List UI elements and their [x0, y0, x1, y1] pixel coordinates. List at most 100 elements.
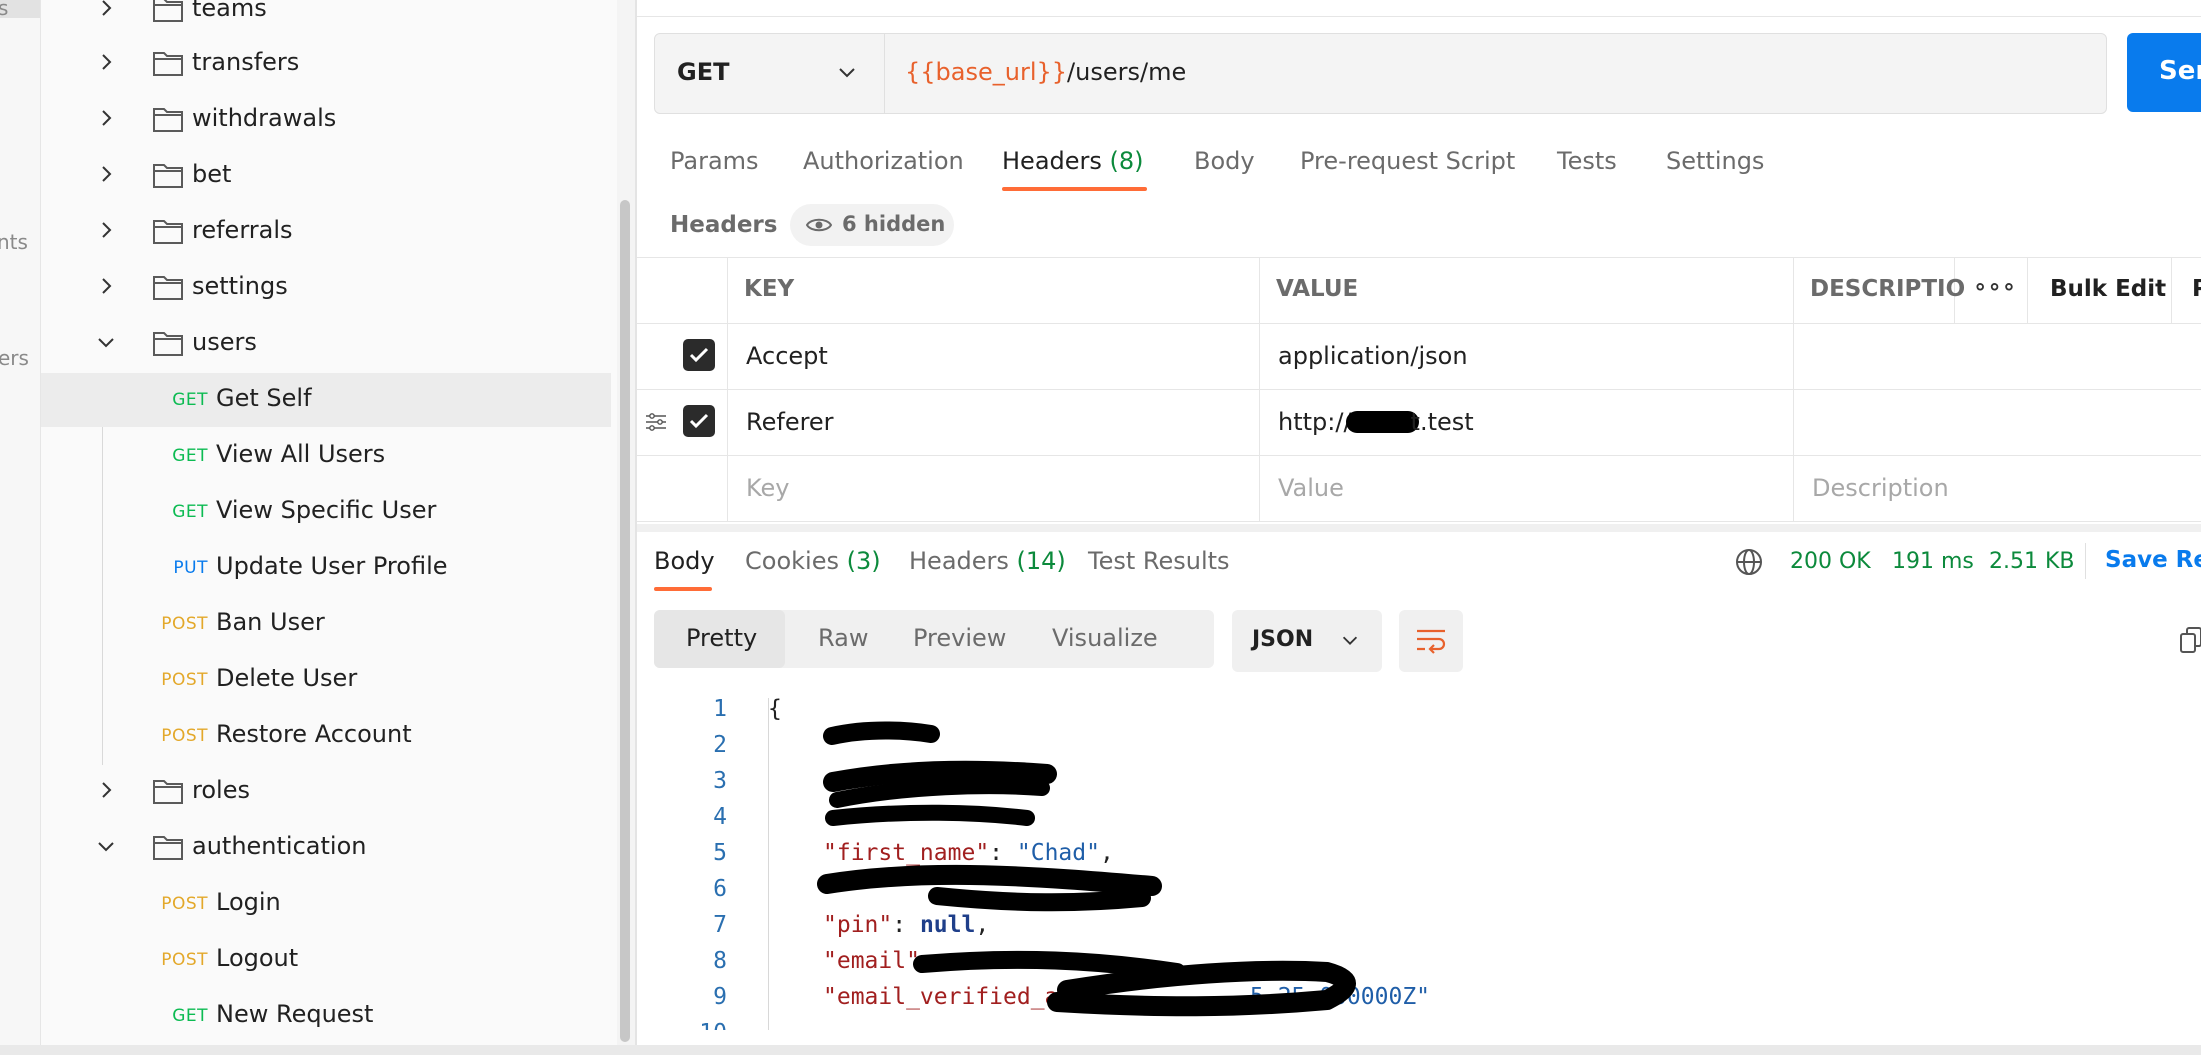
new-description-input[interactable]: Description	[1812, 474, 1949, 502]
globe-icon[interactable]	[1734, 547, 1764, 577]
chevron-right-icon[interactable]	[94, 218, 118, 242]
chevron-right-icon[interactable]	[94, 50, 118, 74]
folder-users[interactable]: users	[41, 317, 611, 371]
request-label: View All Users	[216, 440, 386, 468]
headers-table: KEY VALUE DESCRIPTIO ∘∘∘ Bulk Edit P Acc…	[637, 257, 2201, 522]
response-divider[interactable]	[637, 524, 2201, 532]
request-label: New Request	[216, 1000, 374, 1028]
send-button[interactable]: Ser	[2127, 33, 2201, 112]
chevron-down-icon[interactable]	[94, 834, 118, 858]
presets-button[interactable]: P	[2192, 276, 2201, 302]
sidebar-scrollbar-thumb[interactable]	[620, 200, 630, 1042]
header-key[interactable]: Referer	[746, 408, 834, 436]
request-restore-account[interactable]: POST Restore Account	[41, 709, 611, 763]
tab-authorization[interactable]: Authorization	[803, 147, 964, 175]
table-border	[637, 389, 2201, 390]
view-visualize[interactable]: Visualize	[1052, 624, 1158, 652]
folder-authentication[interactable]: authentication	[41, 821, 611, 875]
header-enabled-checkbox[interactable]	[683, 339, 715, 371]
request-ban-user[interactable]: POST Ban User	[41, 597, 611, 651]
tab-body[interactable]: Body	[1194, 147, 1255, 175]
request-get-self[interactable]: GET Get Self	[41, 373, 611, 427]
folder-roles[interactable]: roles	[41, 765, 611, 819]
request-login[interactable]: POST Login	[41, 877, 611, 931]
view-raw[interactable]: Raw	[818, 624, 868, 652]
response-tab-headers[interactable]: Headers (14)	[909, 547, 1066, 575]
response-tab-test-results[interactable]: Test Results	[1088, 547, 1230, 575]
drag-handle-icon[interactable]	[645, 411, 667, 433]
new-key-input[interactable]: Key	[746, 474, 790, 502]
line-number: 6	[713, 876, 727, 902]
response-time[interactable]: 191 ms	[1892, 549, 1974, 574]
strip-fragment: ers	[0, 346, 29, 370]
request-logout[interactable]: POST Logout	[41, 933, 611, 987]
folder-icon	[152, 329, 184, 357]
chevron-right-icon[interactable]	[94, 162, 118, 186]
line-number: 10	[637, 1020, 727, 1030]
eye-icon	[805, 215, 833, 235]
hidden-headers-toggle[interactable]: 6 hidden	[790, 204, 954, 246]
header-value[interactable]: application/json	[1278, 342, 1468, 370]
json-null: null	[919, 912, 976, 938]
tab-settings[interactable]: Settings	[1666, 147, 1764, 175]
view-pretty[interactable]: Pretty	[686, 624, 757, 652]
chevron-right-icon[interactable]	[94, 106, 118, 130]
response-tab-body[interactable]: Body	[654, 547, 715, 575]
table-border	[1793, 257, 1794, 521]
folder-label: withdrawals	[192, 104, 337, 132]
save-response-button[interactable]: Save Res	[2105, 547, 2201, 573]
more-options-icon[interactable]: ∘∘∘	[1973, 274, 2016, 300]
url-bar[interactable]: GET {{base_url}}/users/me	[654, 33, 2107, 114]
method-dropdown[interactable]: GET	[655, 34, 885, 113]
bulk-edit-button[interactable]: Bulk Edit	[2050, 276, 2166, 302]
tab-headers[interactable]: Headers (8)	[1002, 147, 1144, 175]
method-badge: GET	[172, 446, 208, 466]
request-delete-user[interactable]: POST Delete User	[41, 653, 611, 707]
response-size[interactable]: 2.51 KB	[1989, 549, 2075, 574]
response-status[interactable]: 200 OK	[1790, 549, 1871, 574]
request-workspace: GET {{base_url}}/users/me Ser Params Aut…	[637, 0, 2201, 1045]
request-label: Login	[216, 888, 281, 916]
json-string: "Chad"	[1016, 840, 1100, 866]
new-value-input[interactable]: Value	[1278, 474, 1344, 502]
folder-teams[interactable]: teams	[41, 0, 611, 37]
header-enabled-checkbox[interactable]	[683, 405, 715, 437]
tab-params[interactable]: Params	[670, 147, 759, 175]
method-badge: POST	[161, 950, 208, 970]
header-value[interactable]: http:// t.test	[1278, 408, 1474, 436]
wrap-lines-button[interactable]	[1399, 610, 1463, 672]
folder-bet[interactable]: bet	[41, 149, 611, 203]
format-dropdown[interactable]: JSON	[1232, 610, 1382, 672]
request-view-all-users[interactable]: GET View All Users	[41, 429, 611, 483]
send-label: Ser	[2159, 56, 2201, 86]
chevron-down-icon[interactable]	[94, 330, 118, 354]
folder-icon	[152, 161, 184, 189]
request-update-user-profile[interactable]: PUT Update User Profile	[41, 541, 611, 595]
tab-label: Body	[1194, 147, 1255, 175]
folder-withdrawals[interactable]: withdrawals	[41, 93, 611, 147]
response-tab-cookies[interactable]: Cookies (3)	[745, 547, 881, 575]
status-bar	[0, 1045, 2201, 1055]
request-label: Restore Account	[216, 720, 412, 748]
view-preview[interactable]: Preview	[913, 624, 1006, 652]
folder-referrals[interactable]: referrals	[41, 205, 611, 259]
chevron-right-icon[interactable]	[94, 778, 118, 802]
folder-transfers[interactable]: transfers	[41, 37, 611, 91]
url-input[interactable]: {{base_url}}/users/me	[905, 58, 1186, 86]
code-line: "pin": null,	[823, 912, 990, 938]
chevron-right-icon[interactable]	[94, 0, 118, 20]
tab-tests[interactable]: Tests	[1557, 147, 1617, 175]
column-header-description: DESCRIPTIO	[1810, 276, 1966, 302]
copy-icon[interactable]	[2179, 626, 2201, 656]
response-body-code[interactable]: 1 { 2 3 4 5 "first_name": "Chad", 6 7 "p…	[637, 690, 2201, 1030]
request-view-specific-user[interactable]: GET View Specific User	[41, 485, 611, 539]
tab-pre-request-script[interactable]: Pre-request Script	[1300, 147, 1515, 175]
header-key[interactable]: Accept	[746, 342, 828, 370]
chevron-right-icon[interactable]	[94, 274, 118, 298]
folder-settings[interactable]: settings	[41, 261, 611, 315]
request-new-request[interactable]: GET New Request	[41, 989, 611, 1043]
line-number: 9	[713, 984, 727, 1010]
url-path: /users/me	[1067, 58, 1187, 86]
code-line: "first_name": "Chad",	[823, 840, 1114, 866]
method-badge: GET	[172, 502, 208, 522]
